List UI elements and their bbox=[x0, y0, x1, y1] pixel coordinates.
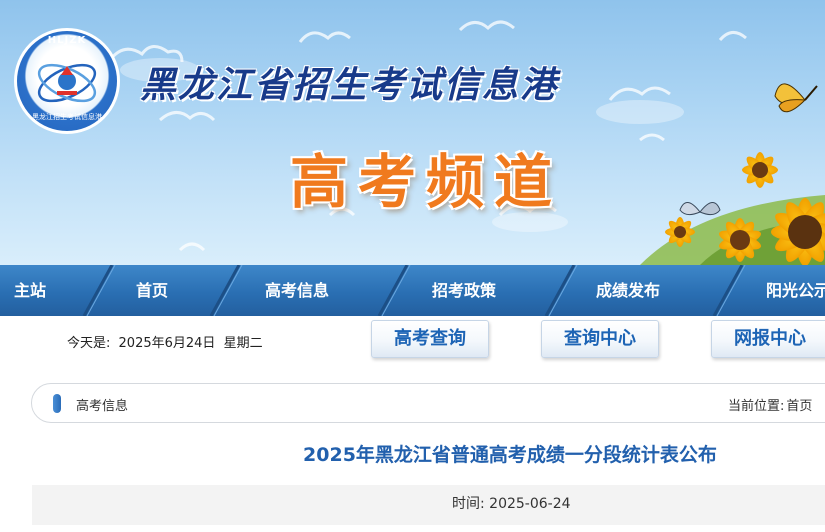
nav-separator bbox=[377, 265, 411, 316]
article-meta: 时间: 2025-06-24 bbox=[32, 485, 825, 525]
breadcrumb-home-link[interactable]: 首页 bbox=[786, 399, 812, 414]
section-marker-icon bbox=[53, 394, 61, 413]
current-location: 当前位置: 首页 bbox=[728, 395, 812, 414]
breadcrumb: 高考信息 当前位置: 首页 bbox=[31, 383, 825, 423]
nav-separator bbox=[544, 265, 578, 316]
nav-item-main-site[interactable]: 主站 bbox=[14, 265, 46, 316]
nav-separator bbox=[82, 265, 116, 316]
today-date: 今天是: 2025年6月24日 星期二 bbox=[67, 332, 267, 351]
sunflower-decoration bbox=[640, 83, 825, 265]
time-value: 2025-06-24 bbox=[489, 496, 571, 512]
nav-item-public-notice[interactable]: 阳光公示 bbox=[766, 265, 825, 316]
nav-separator bbox=[712, 265, 746, 316]
today-date-value: 2025年6月24日 bbox=[118, 336, 216, 351]
today-prefix: 今天是: bbox=[67, 336, 111, 351]
publish-time: 时间: 2025-06-24 bbox=[452, 493, 571, 513]
today-weekday: 星期二 bbox=[223, 336, 263, 351]
nav-item-admission-policy[interactable]: 招考政策 bbox=[432, 265, 496, 316]
time-label: 时间: bbox=[452, 496, 485, 512]
header-banner: HLJZK 黑龙江招生考试信息港 黑龙江省招生考试信息港 高考频道 bbox=[0, 0, 825, 265]
article-title: 2025年黑龙江省普通高考成绩一分段统计表公布 bbox=[303, 444, 717, 466]
nav-item-gaokao-info[interactable]: 高考信息 bbox=[265, 265, 329, 316]
section-title[interactable]: 高考信息 bbox=[76, 395, 128, 414]
nav-item-score-release[interactable]: 成绩发布 bbox=[596, 265, 660, 316]
location-prefix: 当前位置: bbox=[728, 399, 785, 414]
main-nav: 主站 首页 高考信息 招考政策 成绩发布 阳光公示 bbox=[0, 265, 825, 316]
gaokao-query-button[interactable]: 高考查询 bbox=[371, 320, 489, 358]
query-center-button[interactable]: 查询中心 bbox=[541, 320, 659, 358]
nav-item-home[interactable]: 首页 bbox=[136, 265, 168, 316]
online-registration-button[interactable]: 网报中心 bbox=[711, 320, 825, 358]
nav-separator bbox=[209, 265, 243, 316]
